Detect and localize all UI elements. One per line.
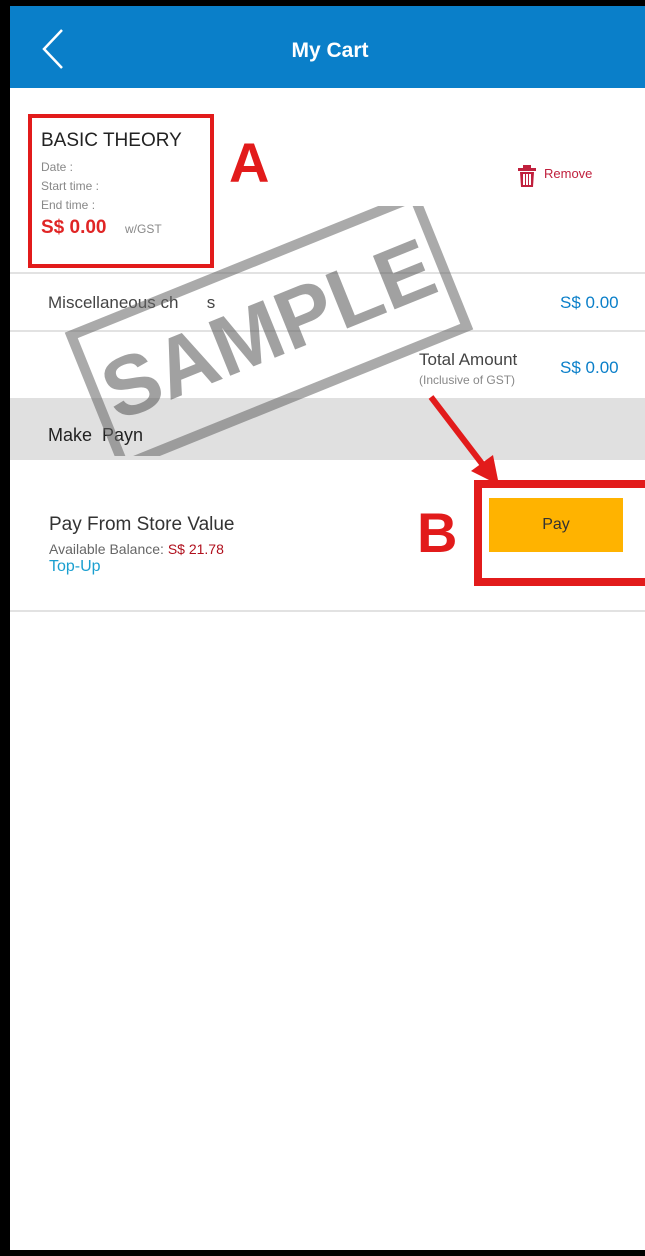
store-value-title: Pay From Store Value (49, 514, 235, 535)
misc-charges-label: Miscellaneous ch s (48, 293, 216, 312)
trash-icon[interactable] (516, 164, 538, 188)
annotation-box-b (474, 480, 645, 586)
total-amount-value: S$ 0.00 (560, 358, 619, 377)
top-up-link[interactable]: Top-Up (49, 558, 101, 576)
page-title: My Cart (291, 39, 369, 62)
balance-value: S$ 21.78 (167, 541, 224, 557)
balance-label: Available Balance: (49, 541, 168, 557)
total-amount-note: (Inclusive of GST) (419, 373, 516, 387)
remove-button[interactable]: Remove (544, 166, 592, 181)
phone-screen: My Cart BASIC THEORY Date : Start time :… (10, 6, 645, 1250)
annotation-arrow-icon (428, 395, 499, 485)
annotation-label-b: B (417, 501, 458, 564)
app-header: My Cart (10, 6, 645, 88)
misc-charges-value: S$ 0.00 (560, 293, 619, 312)
make-payment-label: Make Payn (48, 425, 144, 445)
annotation-label-a: A (229, 131, 270, 194)
total-amount-label: Total Amount (419, 350, 518, 369)
annotation-box-a (28, 114, 214, 268)
available-balance: Available Balance: S$ 21.78 (49, 541, 224, 557)
